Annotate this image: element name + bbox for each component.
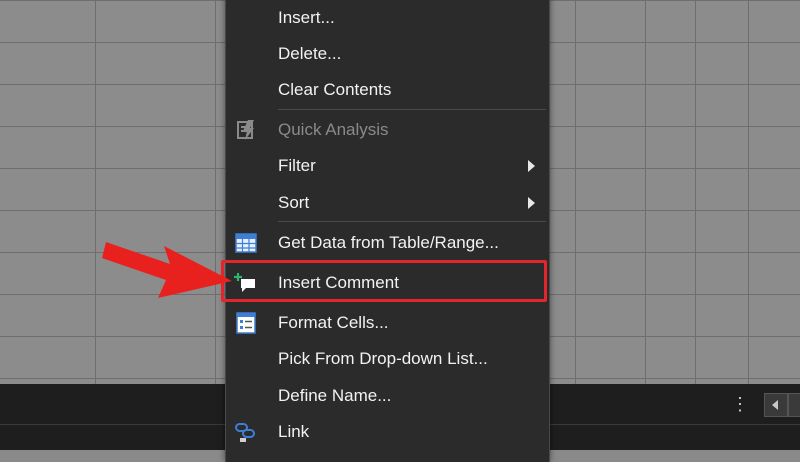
menu-item-label: Filter xyxy=(278,156,316,175)
menu-item-link[interactable]: Link xyxy=(226,414,549,450)
annotation-arrow-icon xyxy=(102,242,232,298)
menu-item-pick-from-list[interactable]: Pick From Drop-down List... xyxy=(226,341,549,377)
menu-separator xyxy=(278,221,546,222)
grid-line xyxy=(645,0,646,384)
quick-analysis-icon xyxy=(237,120,254,140)
menu-item-label: Link xyxy=(278,422,310,441)
menu-item-define-name[interactable]: Define Name... xyxy=(226,378,549,414)
format-cells-icon xyxy=(236,312,256,334)
menu-item-label: Format Cells... xyxy=(278,313,389,332)
menu-item-sort[interactable]: Sort xyxy=(226,185,549,221)
menu-item-label: Get Data from Table/Range... xyxy=(278,233,499,252)
menu-item-label: Define Name... xyxy=(278,386,392,405)
menu-item-insert[interactable]: Insert... xyxy=(226,0,549,36)
menu-item-label: Insert... xyxy=(278,8,335,27)
table-icon xyxy=(235,233,257,253)
more-vertical-icon[interactable]: ⋮ xyxy=(731,392,749,416)
chevron-right-icon xyxy=(528,160,535,172)
scroll-left-icon[interactable] xyxy=(764,393,788,417)
menu-item-format-cells[interactable]: Format Cells... xyxy=(226,305,549,341)
context-menu: Insert... Delete... Clear Contents Quick… xyxy=(225,0,550,462)
chevron-right-icon xyxy=(528,197,535,209)
menu-item-label: Sort xyxy=(278,193,310,212)
menu-item-label: Quick Analysis xyxy=(278,120,389,139)
menu-item-clear-contents[interactable]: Clear Contents xyxy=(226,72,549,108)
menu-item-get-data[interactable]: Get Data from Table/Range... xyxy=(226,225,549,261)
menu-item-label: Clear Contents xyxy=(278,80,392,99)
link-icon xyxy=(235,423,255,442)
menu-item-label: Delete... xyxy=(278,44,342,63)
grid-line xyxy=(748,0,749,384)
menu-item-label: Pick From Drop-down List... xyxy=(278,349,488,368)
menu-separator xyxy=(278,109,546,110)
menu-item-quick-analysis: Quick Analysis xyxy=(226,112,549,148)
menu-item-filter[interactable]: Filter xyxy=(226,148,549,184)
scroll-right-button[interactable] xyxy=(788,393,800,417)
insert-comment-highlight xyxy=(221,260,547,302)
menu-item-delete[interactable]: Delete... xyxy=(226,36,549,72)
